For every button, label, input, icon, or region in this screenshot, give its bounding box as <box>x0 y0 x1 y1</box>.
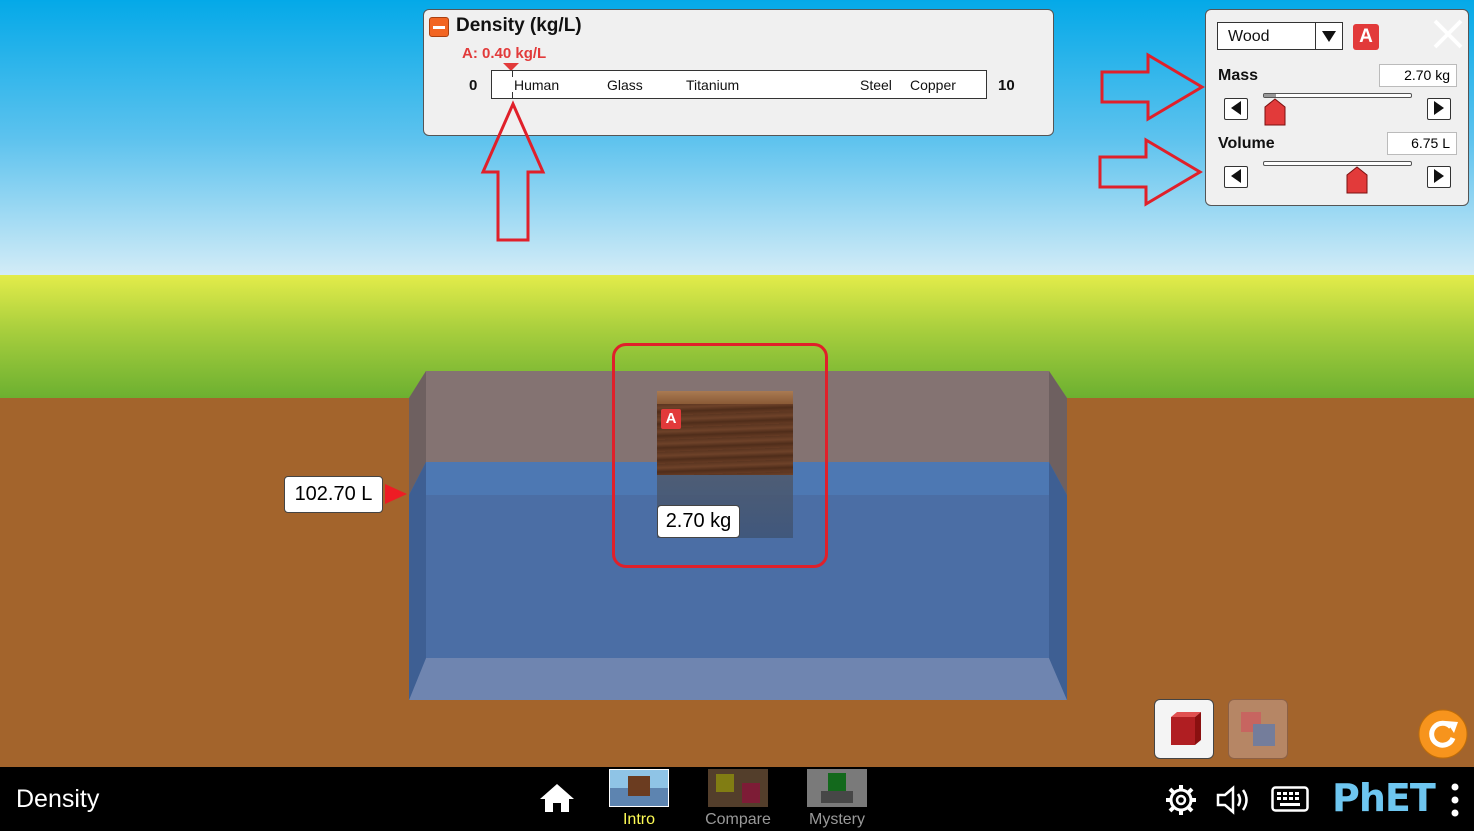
two-cubes-icon <box>1241 712 1275 746</box>
navigation-bar: Density Intro Compare Mystery PhET <box>0 767 1474 831</box>
tab-compare[interactable] <box>708 769 768 807</box>
pool-floor <box>409 658 1067 700</box>
red-cube-icon <box>1171 712 1201 745</box>
highlight-box <box>612 343 828 568</box>
gear-icon[interactable] <box>1165 784 1197 816</box>
reference-steel: Steel <box>860 77 892 93</box>
two-blocks-mode-button[interactable] <box>1228 699 1288 759</box>
reference-titanium: Titanium <box>686 77 740 93</box>
pool-volume-readout: 102.70 L <box>284 476 383 513</box>
volume-increment-button[interactable] <box>1427 166 1451 188</box>
annotation-arrow-volume <box>1098 137 1203 207</box>
volume-value-field[interactable]: 6.75 L <box>1387 132 1457 155</box>
triangle-right-icon <box>1434 169 1444 183</box>
density-scale-bar: Human Glass Titanium Steel Copper <box>491 70 987 99</box>
annotation-arrow-up <box>480 100 546 242</box>
intro-block-icon <box>628 776 650 796</box>
material-dropdown[interactable]: Wood <box>1217 22 1343 50</box>
volume-slider-thumb[interactable] <box>1346 166 1368 194</box>
tab-mystery-label: Mystery <box>809 811 865 828</box>
one-block-mode-button[interactable] <box>1154 699 1214 759</box>
annotation-arrow-mass <box>1100 52 1205 122</box>
density-indicator-label: A: 0.40 kg/L <box>462 45 547 62</box>
home-icon[interactable] <box>538 782 576 814</box>
pool-level-marker <box>385 484 407 504</box>
mass-slider-thumb[interactable] <box>1264 98 1286 126</box>
triangle-right-icon <box>1434 101 1444 115</box>
tab-intro[interactable] <box>609 769 669 807</box>
mass-label: Mass <box>1218 67 1259 84</box>
volume-slider-track[interactable] <box>1263 161 1412 166</box>
material-selected: Wood <box>1228 28 1270 45</box>
collapse-button[interactable] <box>429 17 449 37</box>
density-scale-max: 10 <box>998 77 1015 94</box>
reference-glass: Glass <box>607 77 643 93</box>
mass-increment-button[interactable] <box>1427 98 1451 120</box>
block-selector-badge[interactable]: A <box>1353 24 1379 50</box>
more-options-icon[interactable] <box>1449 781 1461 819</box>
tab-intro-label: Intro <box>622 811 655 828</box>
tab-mystery[interactable] <box>807 769 867 807</box>
volume-decrement-button[interactable] <box>1224 166 1248 188</box>
block-controls-panel: Wood A Mass 2.70 kg Volume 6.75 L <box>1205 9 1469 206</box>
phet-logo[interactable]: PhET <box>1332 776 1436 820</box>
reset-all-button[interactable] <box>1418 709 1468 759</box>
speaker-icon[interactable] <box>1215 784 1253 816</box>
reference-copper: Copper <box>910 77 956 93</box>
density-scale-min: 0 <box>469 77 478 94</box>
chevron-down-icon <box>1322 31 1336 42</box>
minus-icon <box>433 26 445 29</box>
triangle-left-icon <box>1231 169 1241 183</box>
mass-decrement-button[interactable] <box>1224 98 1248 120</box>
tab-compare-label: Compare <box>705 811 771 828</box>
keyboard-icon[interactable] <box>1271 786 1309 812</box>
sim-title: Density <box>16 785 100 813</box>
triangle-left-icon <box>1231 101 1241 115</box>
mass-value-field[interactable]: 2.70 kg <box>1379 64 1457 87</box>
volume-label: Volume <box>1218 135 1275 152</box>
close-icon[interactable] <box>1432 18 1464 50</box>
reference-human: Human <box>514 77 560 93</box>
density-panel-title: Density (kg/L) <box>456 15 582 36</box>
